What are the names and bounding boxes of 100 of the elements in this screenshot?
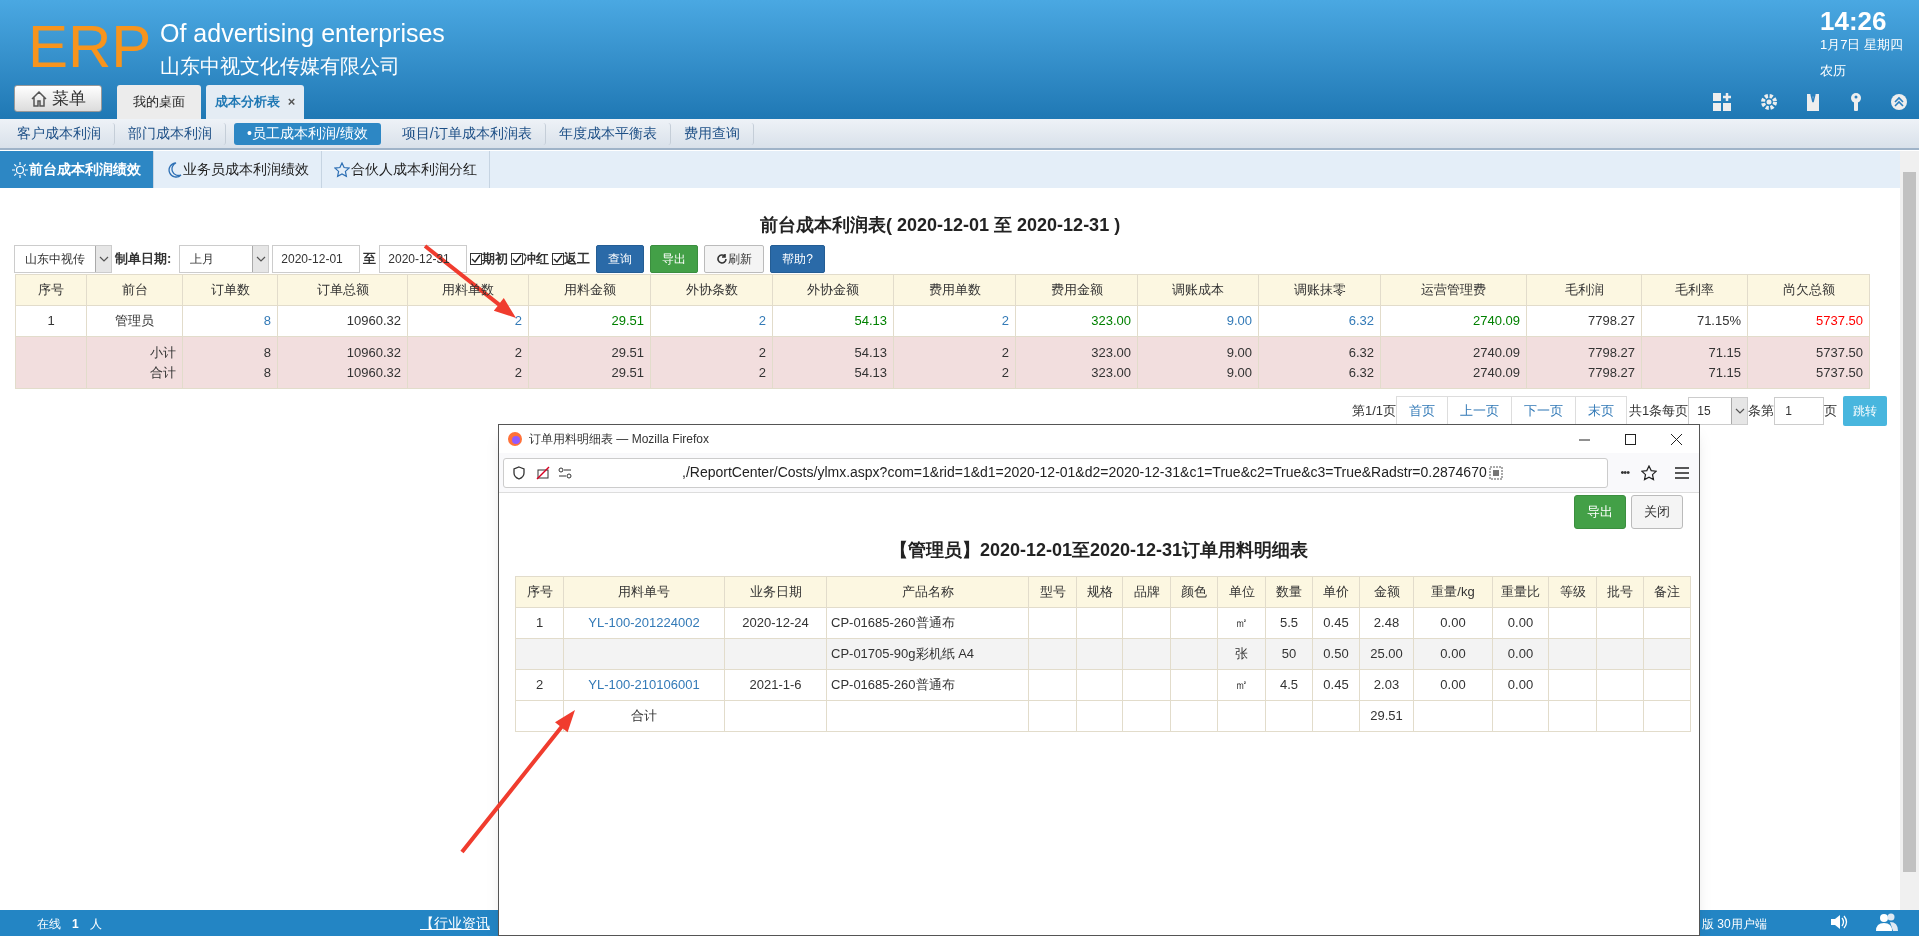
checkbox[interactable]: 返工 [552,249,591,269]
date-text: 1月7日 星期四 [1820,36,1904,54]
close-icon[interactable] [1670,433,1682,445]
pager-link[interactable]: 末页 [1575,396,1628,426]
subnav-item[interactable]: 项目/订单成本利润表 [388,122,546,145]
logo: ERP [28,12,152,82]
subnav-item[interactable]: 客户成本利润 [4,122,115,145]
column-header: 毛利润 [1564,282,1604,298]
period-select[interactable]: 上月 [179,245,270,273]
sun-icon [12,161,28,178]
news-link[interactable]: 【行业资讯 [420,913,490,934]
caret-icon [255,256,266,262]
qr-code-icon[interactable] [1488,465,1503,480]
shield-icon[interactable] [512,465,526,480]
settings-icon[interactable] [1759,92,1779,112]
link-value[interactable]: 2740.09 [1473,313,1520,329]
tab[interactable]: 我的桌面 [117,85,201,119]
url-text: ,/ReportCenter/Costs/ylmx.aspx?com=1&rid=1&d1=2020-12-01&d2=2020-12-31&c1=True&c2=True&c3=True&Radstr=0.2874670 [682,463,1487,482]
subnav-item[interactable]: 费用查询 [670,122,754,145]
toolbar-button[interactable]: 帮助? [770,245,826,273]
toolbar-button[interactable]: 查询 [596,245,645,273]
column-header: 单位 [1217,576,1266,608]
pager-link[interactable]: 首页 [1396,396,1449,426]
column-header: 等级 [1548,576,1597,608]
table-cell: 54.13 [854,345,887,360]
company-title-en: Of advertising enterprises [160,18,445,48]
table-cell: 9.00 [1226,364,1252,380]
checkbox-box[interactable] [470,253,483,265]
address-bar[interactable]: ,/ReportCenter/Costs/ylmx.aspx?com=1&rid=1&d1=2020-12-01&d2=2020-12-31&c1=True&c2=True&c3=True&Radstr=0.2874670 [503,457,1609,488]
table-cell: 10960.32 [346,364,401,380]
table-cell: 2 [514,345,522,360]
date-field[interactable]: 2020-12-01 [272,245,361,273]
maximize-icon[interactable] [1624,433,1636,445]
table-cell: 10960.32 [346,313,401,329]
window-button[interactable]: 关闭 [1631,495,1683,529]
page-size-select[interactable]: 15 [1688,397,1749,425]
table-cell: 4.5 [1279,677,1299,693]
link-value[interactable]: 29.51 [611,313,644,329]
table-cell: 2 [514,364,522,380]
link-value[interactable]: 54.13 [854,313,887,329]
scrollbar[interactable] [1900,151,1919,910]
page-info: 第1/1页 [1352,402,1397,421]
subnav-item[interactable]: 年度成本平衡表 [545,122,671,145]
checkbox-box[interactable] [552,253,565,265]
page-field[interactable]: 1 [1774,397,1825,425]
column-header: 序号 [515,576,564,608]
users-icon[interactable] [1875,912,1899,932]
menu-icon[interactable] [1675,466,1689,479]
table-cell: 2 [1001,345,1009,360]
more-icon[interactable]: ••• [1620,464,1629,481]
link-value[interactable]: 5737.50 [1816,313,1863,329]
link-value[interactable]: 2 [1001,313,1009,329]
company-select[interactable]: 山东中视传 [14,245,112,273]
table-cell: 6.32 [1348,345,1374,360]
toolbar-button[interactable]: 刷新 [704,245,765,273]
table-cell: 管理员 [115,313,154,329]
checkbox[interactable]: 期初 [470,249,509,269]
scrollbar-thumb[interactable] [1903,172,1916,872]
table-cell: 2 [535,677,544,693]
table-cell: 71.15% [1696,313,1741,329]
table-cell: 1 [47,313,55,329]
date-label: 制单日期: [115,250,172,269]
online-label: 在线 [37,916,61,933]
link-value[interactable]: 2 [758,313,766,329]
link-value[interactable]: 2 [514,313,522,329]
subtab[interactable]: 合伙人成本利润分红 [322,151,490,188]
link-value[interactable]: 323.00 [1091,313,1131,329]
bookmark-star-icon[interactable] [1641,464,1657,481]
table-cell: 0.00 [1507,615,1534,631]
page-suffix: 页 [1824,402,1838,421]
subnav-item[interactable]: •员工成本利润/绩效 [234,122,381,145]
table-cell: 29.51 [611,364,644,380]
table-cell: 29.51 [1370,708,1403,724]
checkbox[interactable]: 冲红 [511,249,550,269]
permissions-icon[interactable] [558,465,572,480]
link-value[interactable]: 9.00 [1226,313,1252,329]
column-header: 品牌 [1122,576,1171,608]
table-cell: 54.13 [854,364,887,380]
toolbar-button[interactable]: 导出 [650,245,699,273]
close-icon[interactable]: × [287,92,296,112]
checkbox-box[interactable] [511,253,524,265]
column-header: 订单总额 [316,282,369,298]
table-cell: 323.00 [1091,345,1131,360]
subtab[interactable]: 业务员成本利润绩效 [154,151,322,188]
add-widget-icon[interactable] [1712,92,1732,112]
window-button[interactable]: 导出 [1574,495,1626,529]
column-header: 外协条数 [685,282,738,298]
subnav-item[interactable]: 部门成本利润 [115,122,226,145]
collapse-icon[interactable] [1889,92,1909,112]
camera-off-icon[interactable] [536,465,552,480]
subtab[interactable]: 前台成本利润绩效 [0,151,154,188]
table-cell: ㎡ [1235,677,1248,693]
menu-button[interactable]: 菜单 [14,85,102,112]
link-value[interactable]: 6.32 [1348,313,1374,329]
table-cell: 71.15 [1708,364,1741,380]
report-title: 前台成本利润表( 2020-12-01 至 2020-12-31 ) [760,214,1121,237]
tab[interactable]: 成本分析表 × [206,85,304,119]
column-header: 型号 [1028,576,1077,608]
speaker-icon[interactable] [1830,914,1848,930]
link-value[interactable]: 8 [263,313,271,329]
